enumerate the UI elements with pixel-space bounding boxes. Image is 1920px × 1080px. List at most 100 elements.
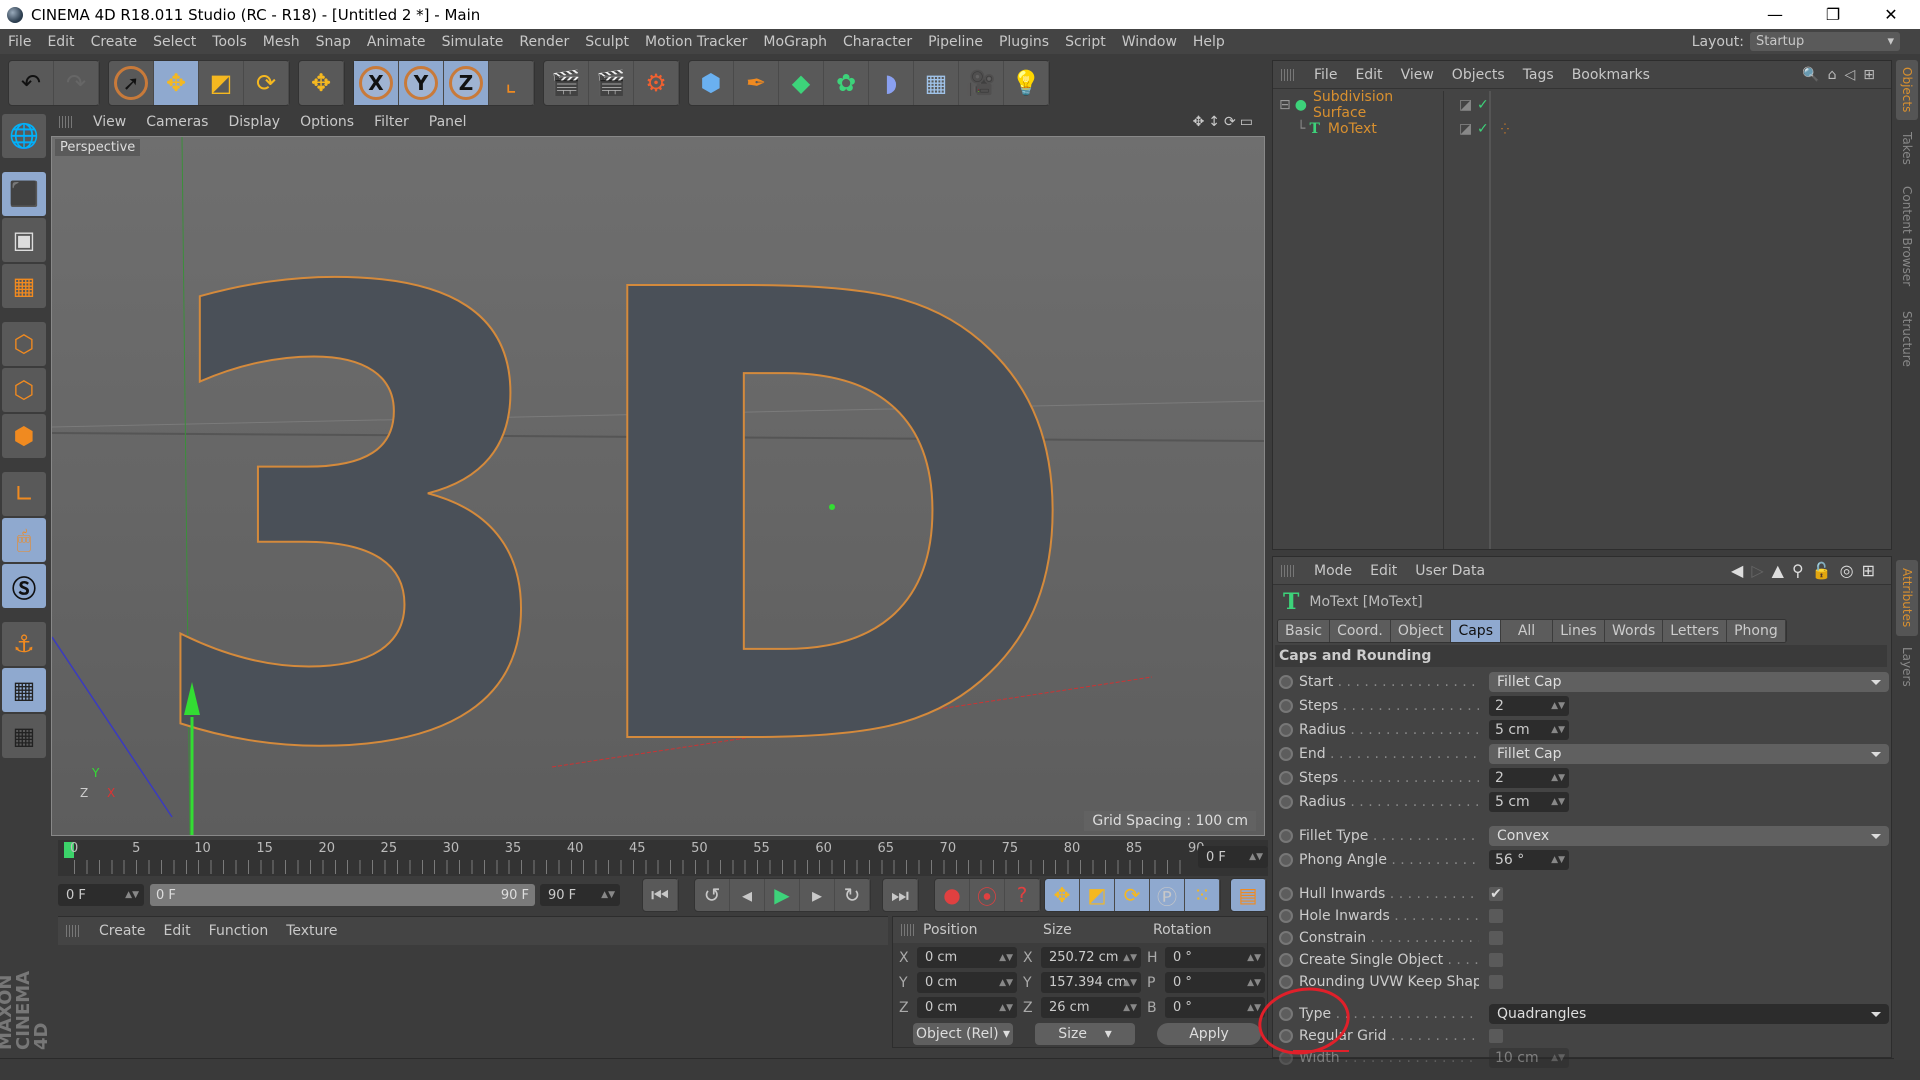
panel-grip-icon[interactable]: [1281, 564, 1295, 577]
panel-grip-icon[interactable]: [901, 924, 915, 936]
undo-button[interactable]: ↶: [9, 61, 54, 105]
panel-grip-icon[interactable]: [59, 116, 73, 128]
object-manager-icons[interactable]: 🔍⌂◁⊞: [1802, 67, 1883, 83]
side-tab-content-browser[interactable]: Content Browser: [1896, 176, 1918, 296]
rotation-h-field[interactable]: 0 ° ▲▼: [1165, 947, 1265, 968]
x-axis-button[interactable]: X: [354, 61, 399, 105]
deformer-button[interactable]: ◗: [869, 61, 914, 105]
side-tab-layers[interactable]: Layers: [1896, 642, 1918, 692]
tag-icon[interactable]: ⁛: [1501, 124, 1509, 135]
keyframe-selection-button[interactable]: ?: [1005, 879, 1040, 911]
position-y-field[interactable]: 0 cm ▲▼: [917, 972, 1017, 993]
rotation-p-field[interactable]: 0 ° ▲▼: [1165, 972, 1265, 993]
end-frame-field[interactable]: 90 F ▲▼: [540, 884, 620, 906]
radius-end-input[interactable]: 5 cm ▲▼: [1489, 792, 1569, 812]
coordinate-system-button[interactable]: ⌞: [489, 61, 534, 105]
side-tab-takes[interactable]: Takes: [1896, 126, 1918, 170]
texture-mode-button[interactable]: ▣: [2, 218, 46, 262]
tab-all[interactable]: All: [1501, 620, 1553, 642]
preview-range-slider[interactable]: 0 F 90 F: [150, 884, 535, 906]
attr-menu-edit[interactable]: Edit: [1361, 563, 1406, 579]
object-row-motext[interactable]: └ T MoText ◪ ✓ ⁛: [1279, 117, 1891, 141]
animate-radio-icon[interactable]: [1279, 853, 1293, 867]
menu-file[interactable]: File: [0, 34, 39, 50]
enabled-check-icon[interactable]: ✓: [1477, 121, 1489, 137]
rotation-key-button[interactable]: ⟳: [1115, 879, 1150, 911]
phong-angle-input[interactable]: 56 ° ▲▼: [1489, 850, 1569, 870]
animate-radio-icon[interactable]: [1279, 975, 1293, 989]
viewport-nav-icons[interactable]: ✥↕⟳▭: [1193, 114, 1257, 130]
menu-script[interactable]: Script: [1057, 34, 1114, 50]
floor-button[interactable]: ▦: [914, 61, 959, 105]
points-mode-button[interactable]: ⬡: [2, 322, 46, 366]
menu-plugins[interactable]: Plugins: [991, 34, 1057, 50]
objects-menu-edit[interactable]: Edit: [1346, 67, 1391, 83]
render-view-button[interactable]: 🎬: [544, 61, 589, 105]
menu-tools[interactable]: Tools: [204, 34, 255, 50]
animate-radio-icon[interactable]: [1279, 795, 1293, 809]
subdivision-surface-button[interactable]: ◆: [779, 61, 824, 105]
menu-help[interactable]: Help: [1185, 34, 1233, 50]
previous-key-button[interactable]: ↺: [695, 879, 730, 911]
size-x-field[interactable]: 250.72 cm ▲▼: [1041, 947, 1141, 968]
tab-letters[interactable]: Letters: [1663, 620, 1728, 642]
tweak-mode-button[interactable]: 🖱: [2, 518, 46, 562]
z-axis-button[interactable]: Z: [444, 61, 489, 105]
attr-menu-user-data[interactable]: User Data: [1406, 563, 1494, 579]
objects-menu-bookmarks[interactable]: Bookmarks: [1563, 67, 1659, 83]
go-to-start-button[interactable]: ⏮: [643, 879, 678, 911]
play-button[interactable]: ▶: [765, 879, 800, 911]
target-icon[interactable]: ◎: [1840, 561, 1862, 580]
menu-pipeline[interactable]: Pipeline: [920, 34, 991, 50]
next-frame-button[interactable]: ▸: [800, 879, 835, 911]
3d-scene[interactable]: 3D Y Z X Perspective Grid Spacing : 100 …: [51, 136, 1265, 836]
viewport-menu-filter[interactable]: Filter: [364, 114, 419, 130]
steps-start-input[interactable]: 2 ▲▼: [1489, 696, 1569, 716]
objects-menu-file[interactable]: File: [1305, 67, 1346, 83]
workplane-lock-button[interactable]: ⚓: [2, 622, 46, 666]
menu-character[interactable]: Character: [835, 34, 920, 50]
pen-button[interactable]: ✒: [734, 61, 779, 105]
menu-mograph[interactable]: MoGraph: [755, 34, 835, 50]
up-arrow-icon[interactable]: ▲: [1772, 561, 1792, 580]
animate-radio-icon[interactable]: [1279, 829, 1293, 843]
tab-coord[interactable]: Coord.: [1330, 620, 1391, 642]
animate-radio-icon[interactable]: [1279, 723, 1293, 737]
position-x-field[interactable]: 0 cm ▲▼: [917, 947, 1017, 968]
attr-menu-mode[interactable]: Mode: [1305, 563, 1361, 579]
steps-end-input[interactable]: 2 ▲▼: [1489, 768, 1569, 788]
animate-radio-icon[interactable]: [1279, 747, 1293, 761]
polygons-mode-button[interactable]: ⬢: [2, 414, 46, 458]
pla-key-button[interactable]: ⁙: [1185, 879, 1220, 911]
hole-inwards-checkbox[interactable]: [1489, 909, 1503, 923]
animate-radio-icon[interactable]: [1279, 699, 1293, 713]
animate-radio-icon[interactable]: [1279, 909, 1293, 923]
position-key-button[interactable]: ✥: [1045, 879, 1080, 911]
menu-edit[interactable]: Edit: [39, 34, 82, 50]
viewport-menu-panel[interactable]: Panel: [419, 114, 477, 130]
tab-words[interactable]: Words: [1605, 620, 1664, 642]
editor-visibility-icon[interactable]: ◪: [1459, 97, 1472, 113]
minimize-button[interactable]: —: [1746, 5, 1804, 24]
current-frame-field[interactable]: 0 F ▲▼: [1198, 846, 1268, 868]
size-mode-select[interactable]: Size ▾: [1035, 1023, 1135, 1045]
workplane-mode-button[interactable]: ▦: [2, 264, 46, 308]
render-picture-viewer-button[interactable]: 🎬: [589, 61, 634, 105]
tab-phong[interactable]: Phong: [1727, 620, 1786, 642]
objects-menu-tags[interactable]: Tags: [1514, 67, 1563, 83]
collapse-icon[interactable]: ⊟: [1279, 97, 1291, 113]
live-selection-button[interactable]: ➚: [109, 61, 154, 105]
size-y-field[interactable]: 157.394 cm ▲▼: [1041, 972, 1141, 993]
position-z-field[interactable]: 0 cm ▲▼: [917, 997, 1017, 1018]
apply-button[interactable]: Apply: [1157, 1023, 1261, 1045]
redo-button[interactable]: ↷: [54, 61, 99, 105]
make-editable-button[interactable]: 🌐: [2, 114, 46, 158]
panel-grip-icon[interactable]: [66, 925, 80, 937]
animate-radio-icon[interactable]: [1279, 675, 1293, 689]
animate-radio-icon[interactable]: [1279, 887, 1293, 901]
rotate-tool-button[interactable]: ⟳: [244, 61, 289, 105]
next-key-button[interactable]: ↻: [835, 879, 870, 911]
create-single-object-checkbox[interactable]: [1489, 953, 1503, 967]
animate-radio-icon[interactable]: [1279, 953, 1293, 967]
tab-lines[interactable]: Lines: [1553, 620, 1605, 642]
